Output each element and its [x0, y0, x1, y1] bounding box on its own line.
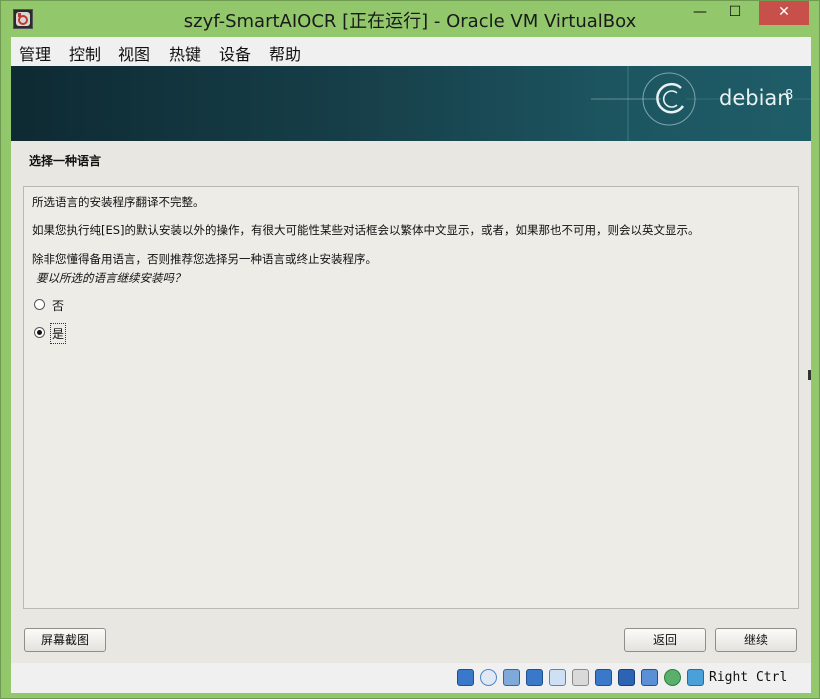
display-icon[interactable] — [595, 669, 612, 686]
scroll-indicator — [808, 370, 811, 380]
menu-bar: 管理 控制 视图 热键 设备 帮助 — [11, 37, 811, 66]
menu-control[interactable]: 控制 — [69, 41, 101, 65]
option-no-label[interactable]: 否 — [52, 297, 64, 314]
info-line-2: 如果您执行纯[ES]的默认安装以外的操作，有很大可能性某些对话框会以繁体中文显示… — [32, 223, 700, 237]
maximize-button[interactable]: ☐ — [720, 1, 750, 25]
minimize-button[interactable]: — — [685, 1, 715, 25]
back-button[interactable]: 返回 — [624, 628, 706, 652]
audio-icon[interactable] — [503, 669, 520, 686]
radio-no[interactable] — [34, 299, 45, 310]
hard-disk-icon[interactable] — [457, 669, 474, 686]
radio-yes[interactable] — [34, 327, 45, 338]
close-button[interactable]: ✕ — [759, 1, 809, 25]
continue-button[interactable]: 继续 — [715, 628, 797, 652]
menu-devices[interactable]: 设备 — [219, 41, 251, 65]
screenshot-button[interactable]: 屏幕截图 — [24, 628, 106, 652]
cpu-virtualization-icon[interactable] — [641, 669, 658, 686]
info-line-3: 除非您懂得备用语言，否则推荐您选择另一种语言或终止安装程序。 — [32, 252, 377, 266]
menu-manage[interactable]: 管理 — [19, 41, 51, 65]
keyboard-capture-icon[interactable] — [687, 669, 704, 686]
title-bar[interactable]: szyf-SmartAIOCR [正在运行] - Oracle VM Virtu… — [1, 1, 819, 37]
host-key-label: Right Ctrl — [709, 670, 788, 685]
debian-logo-text: debian — [719, 86, 791, 110]
virtualbox-window: szyf-SmartAIOCR [正在运行] - Oracle VM Virtu… — [0, 0, 820, 699]
network-icon[interactable] — [526, 669, 543, 686]
installer-panel: 所选语言的安装程序翻译不完整。 如果您执行纯[ES]的默认安装以外的操作，有很大… — [23, 186, 799, 609]
video-capture-icon[interactable] — [618, 669, 635, 686]
menu-help[interactable]: 帮助 — [269, 41, 301, 65]
debian-banner: debian 8 — [11, 66, 811, 141]
info-line-1: 所选语言的安装程序翻译不完整。 — [32, 195, 205, 209]
debian-version: 8 — [785, 88, 794, 103]
shared-folder-icon[interactable] — [572, 669, 589, 686]
status-bar: Right Ctrl — [11, 663, 811, 693]
page-title: 选择一种语言 — [29, 154, 102, 168]
mouse-integration-icon[interactable] — [664, 669, 681, 686]
guest-display[interactable]: debian 8 选择一种语言 所选语言的安装程序翻译不完整。 如果您执行纯[E… — [11, 66, 811, 663]
question-text: 要以所选的语言继续安装吗？ — [36, 271, 186, 285]
option-yes-label[interactable]: 是 — [49, 323, 67, 344]
usb-icon[interactable] — [549, 669, 566, 686]
menu-hotkeys[interactable]: 热键 — [169, 41, 201, 65]
menu-view[interactable]: 视图 — [118, 41, 150, 65]
optical-drive-icon[interactable] — [480, 669, 497, 686]
